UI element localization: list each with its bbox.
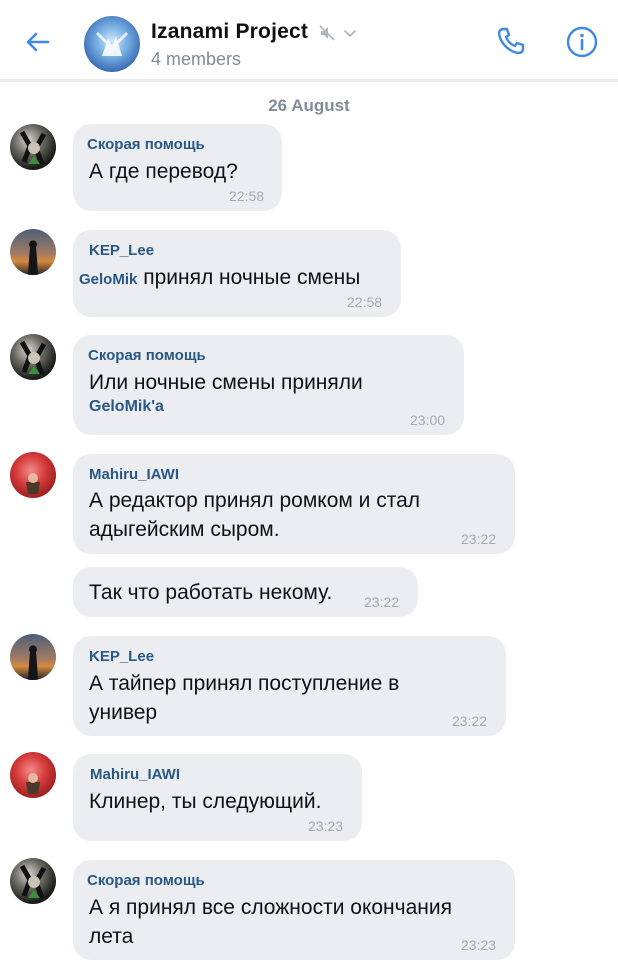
message-time: 23:23 — [308, 818, 344, 834]
message-text-line: А редактор принял ромком и стал — [89, 489, 421, 512]
message-text: GeloMik принял ночные смены — [79, 263, 360, 294]
avatar[interactable] — [10, 452, 56, 498]
message-time: 23:00 — [410, 412, 446, 428]
chat-avatar[interactable] — [84, 16, 140, 72]
message-bubble[interactable]: KEP_Lee GeloMik принял ночные смены 22:5… — [73, 230, 401, 317]
sender-name[interactable]: Mahiru_IAWI — [89, 466, 179, 483]
phone-icon[interactable] — [492, 22, 530, 60]
message-time: 23:23 — [461, 937, 497, 953]
chevron-down-icon[interactable] — [342, 25, 358, 46]
sender-name[interactable]: KEP_Lee — [89, 648, 154, 665]
message-time: 22:58 — [347, 294, 383, 310]
message-bubble[interactable]: Mahiru_IAWI Клинер, ты следующий. 23:23 — [73, 754, 362, 841]
avatar[interactable] — [10, 334, 56, 380]
message-bubble[interactable]: KEP_Lee А тайпер принял поступление в ун… — [73, 636, 506, 736]
user-mention[interactable]: GeloMik — [79, 271, 137, 288]
info-icon[interactable] — [564, 24, 600, 60]
date-separator: 26 August — [268, 96, 350, 115]
avatar[interactable] — [10, 124, 56, 170]
sender-name[interactable]: Mahiru_IAWI — [90, 766, 180, 783]
message-text: Клинер, ты следующий. — [89, 790, 322, 813]
members-count[interactable]: 4 members — [151, 49, 241, 70]
message-text-line: лета — [89, 925, 134, 948]
message-text: А где перевод? — [89, 160, 238, 183]
message-time: 23:22 — [452, 713, 488, 729]
message-bubble[interactable]: Скорая помощь Или ночные смены приняли G… — [73, 335, 464, 435]
message-text-line: А тайпер принял поступление в — [89, 672, 400, 695]
message-text-line: универ — [89, 701, 158, 724]
avatar[interactable] — [10, 229, 56, 275]
message-text: Так что работать некому. — [89, 581, 333, 604]
avatar[interactable] — [10, 634, 56, 680]
sender-name[interactable]: Скорая помощь — [87, 136, 205, 153]
message-time: 23:22 — [364, 594, 400, 610]
message-text: Или ночные смены приняли — [89, 371, 363, 394]
user-mention[interactable]: GeloMik'a — [89, 398, 164, 416]
back-arrow-icon[interactable] — [20, 24, 56, 60]
mute-icon — [318, 24, 336, 47]
message-time: 22:58 — [229, 188, 265, 204]
message-text-line: А я принял все сложности окончания — [89, 896, 452, 919]
chat-header: Izanami Project 4 members — [0, 0, 618, 82]
message-bubble[interactable]: Скорая помощь А где перевод? 22:58 — [73, 124, 282, 211]
sender-name[interactable]: KEP_Lee — [89, 242, 154, 259]
message-bubble[interactable]: Скорая помощь А я принял все сложности о… — [73, 860, 515, 960]
chat-title[interactable]: Izanami Project — [151, 20, 308, 44]
title-icons — [318, 24, 358, 47]
message-time: 23:22 — [461, 531, 497, 547]
message-text-line: адыгейским сыром. — [89, 518, 280, 541]
message-bubble[interactable]: Mahiru_IAWI А редактор принял ромком и с… — [73, 454, 515, 554]
avatar[interactable] — [10, 858, 56, 904]
sender-name[interactable]: Скорая помощь — [87, 872, 205, 889]
message-text-body: принял ночные смены — [143, 266, 361, 289]
sender-name[interactable]: Скорая помощь — [88, 347, 206, 364]
message-bubble[interactable]: Так что работать некому. 23:22 — [73, 567, 418, 617]
avatar[interactable] — [10, 752, 56, 798]
